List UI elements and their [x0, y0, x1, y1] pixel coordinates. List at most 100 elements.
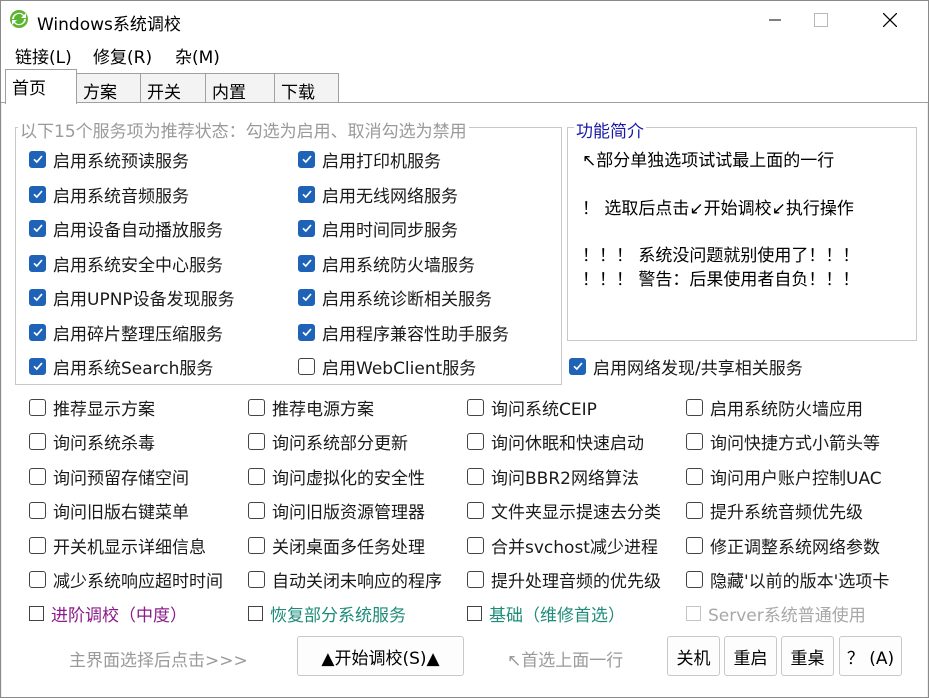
option-checkbox[interactable]: 询问系统杀毒 [29, 429, 155, 454]
service-checkbox[interactable]: 启用系统防火墙服务 [298, 251, 475, 276]
service-checkbox[interactable]: 启用UPNP设备发现服务 [29, 285, 235, 310]
option-checkbox[interactable]: 询问系统部分更新 [248, 429, 408, 454]
checkbox-unchecked-icon[interactable] [248, 570, 265, 588]
service-checkbox[interactable]: 启用无线网络服务 [298, 182, 458, 207]
checkbox-unchecked-icon[interactable] [686, 501, 703, 519]
minimize-button[interactable] [752, 1, 798, 39]
option-checkbox[interactable]: 开关机显示详细信息 [29, 533, 206, 558]
service-checkbox[interactable]: 启用设备自动播放服务 [29, 216, 223, 241]
restart-button[interactable]: 重启 [724, 636, 777, 676]
service-checkbox[interactable]: 启用系统音频服务 [29, 182, 189, 207]
checkbox-checked-icon[interactable] [298, 323, 315, 341]
tab-plans[interactable]: 方案 [76, 73, 141, 103]
checkbox-checked-icon[interactable] [29, 185, 46, 203]
checkbox-checked-icon[interactable] [298, 288, 315, 306]
option-checkbox[interactable]: 询问休眠和快速启动 [467, 429, 644, 454]
checkbox-unchecked-icon[interactable] [298, 357, 315, 375]
option-checkbox[interactable]: 自动关闭未响应的程序 [248, 567, 442, 592]
option-checkbox[interactable]: 询问BBR2网络算法 [467, 464, 639, 489]
checkbox-unchecked-icon[interactable] [29, 605, 44, 621]
preset-checkbox[interactable]: 恢复部分系统服务 [248, 601, 406, 626]
checkbox-unchecked-icon[interactable] [29, 398, 46, 416]
option-checkbox[interactable]: 减少系统响应超时时间 [29, 567, 223, 592]
checkbox-unchecked-icon[interactable] [29, 467, 46, 485]
service-checkbox[interactable]: 启用WebClient服务 [298, 354, 476, 379]
service-checkbox[interactable]: 启用打印机服务 [298, 147, 441, 172]
checkbox-checked-icon[interactable] [29, 254, 46, 272]
checkbox-unchecked-icon[interactable] [467, 432, 484, 450]
option-checkbox[interactable]: 提升系统音频优先级 [686, 498, 863, 523]
tab-builtin[interactable]: 内置 [205, 73, 275, 103]
checkbox-unchecked-icon[interactable] [686, 536, 703, 554]
close-button[interactable] [867, 1, 913, 39]
checkbox-unchecked-icon[interactable] [29, 570, 46, 588]
checkbox-checked-icon[interactable] [298, 150, 315, 168]
service-checkbox[interactable]: 启用时间同步服务 [298, 216, 458, 241]
option-checkbox[interactable]: 询问旧版右键菜单 [29, 498, 189, 523]
checkbox-unchecked-icon[interactable] [686, 432, 703, 450]
checkbox-unchecked-icon[interactable] [29, 501, 46, 519]
service-checkbox[interactable]: 启用程序兼容性助手服务 [298, 320, 509, 345]
service-checkbox[interactable]: 启用网络发现/共享相关服务 [569, 354, 803, 379]
checkbox-checked-icon[interactable] [29, 219, 46, 237]
option-checkbox[interactable]: 推荐电源方案 [248, 395, 374, 420]
restart-desktop-button[interactable]: 重桌 [781, 636, 834, 676]
checkbox-unchecked-icon[interactable] [248, 536, 265, 554]
checkbox-checked-icon[interactable] [298, 219, 315, 237]
option-checkbox[interactable]: 询问旧版资源管理器 [248, 498, 425, 523]
checkbox-unchecked-icon[interactable] [248, 432, 265, 450]
tab-download[interactable]: 下载 [274, 73, 339, 103]
checkbox-checked-icon[interactable] [569, 357, 586, 375]
checkbox-unchecked-icon[interactable] [248, 467, 265, 485]
preset-checkbox[interactable]: 进阶调校（中度） [29, 601, 187, 626]
start-tuning-button[interactable]: ▲开始调校(S)▲ [297, 636, 464, 676]
service-checkbox[interactable]: 启用系统安全中心服务 [29, 251, 223, 276]
shutdown-button[interactable]: 关机 [667, 636, 720, 676]
checkbox-checked-icon[interactable] [298, 254, 315, 272]
tab-home[interactable]: 首页 [5, 69, 77, 104]
checkbox-unchecked-icon[interactable] [467, 467, 484, 485]
menu-links[interactable]: 链接(L) [15, 43, 72, 68]
checkbox-unchecked-icon[interactable] [467, 570, 484, 588]
preset-checkbox[interactable]: 基础（维修首选） [467, 601, 625, 626]
option-checkbox[interactable]: 启用系统防火墙应用 [686, 395, 863, 420]
menu-misc[interactable]: 杂(M) [175, 43, 220, 68]
checkbox-unchecked-icon[interactable] [686, 605, 701, 621]
checkbox-unchecked-icon[interactable] [29, 536, 46, 554]
option-checkbox[interactable]: 隐藏'以前的版本'选项卡 [686, 567, 889, 592]
option-checkbox[interactable]: 修正调整系统网络参数 [686, 533, 880, 558]
checkbox-checked-icon[interactable] [29, 323, 46, 341]
option-checkbox[interactable]: 提升处理音频的优先级 [467, 567, 661, 592]
checkbox-unchecked-icon[interactable] [248, 501, 265, 519]
service-checkbox[interactable]: 启用系统预读服务 [29, 147, 189, 172]
service-checkbox[interactable]: 启用系统诊断相关服务 [298, 285, 492, 310]
checkbox-unchecked-icon[interactable] [686, 398, 703, 416]
checkbox-unchecked-icon[interactable] [467, 536, 484, 554]
menu-repair[interactable]: 修复(R) [93, 43, 152, 68]
checkbox-unchecked-icon[interactable] [467, 605, 482, 621]
option-checkbox[interactable]: 文件夹显示提速去分类 [467, 498, 661, 523]
checkbox-checked-icon[interactable] [298, 185, 315, 203]
about-button[interactable]: ？ (A) [839, 636, 902, 676]
option-checkbox[interactable]: 合并svchost减少进程 [467, 533, 658, 558]
checkbox-unchecked-icon[interactable] [29, 432, 46, 450]
option-checkbox[interactable]: 询问虚拟化的安全性 [248, 464, 425, 489]
checkbox-unchecked-icon[interactable] [467, 398, 484, 416]
service-checkbox[interactable]: 启用碎片整理压缩服务 [29, 320, 223, 345]
checkbox-unchecked-icon[interactable] [686, 570, 703, 588]
option-checkbox[interactable]: 询问快捷方式小箭头等 [686, 429, 880, 454]
option-checkbox[interactable]: 关闭桌面多任务处理 [248, 533, 425, 558]
option-checkbox[interactable]: 询问预留存储空间 [29, 464, 189, 489]
option-checkbox[interactable]: 推荐显示方案 [29, 395, 155, 420]
option-checkbox[interactable]: 询问系统CEIP [467, 395, 597, 420]
checkbox-unchecked-icon[interactable] [248, 398, 265, 416]
service-checkbox[interactable]: 启用系统Search服务 [29, 354, 213, 379]
checkbox-checked-icon[interactable] [29, 357, 46, 375]
checkbox-unchecked-icon[interactable] [467, 501, 484, 519]
option-checkbox[interactable]: 询问用户账户控制UAC [686, 464, 882, 489]
checkbox-unchecked-icon[interactable] [686, 467, 703, 485]
checkbox-checked-icon[interactable] [29, 150, 46, 168]
checkbox-unchecked-icon[interactable] [248, 605, 263, 621]
checkbox-checked-icon[interactable] [29, 288, 46, 306]
tab-switches[interactable]: 开关 [140, 73, 206, 103]
